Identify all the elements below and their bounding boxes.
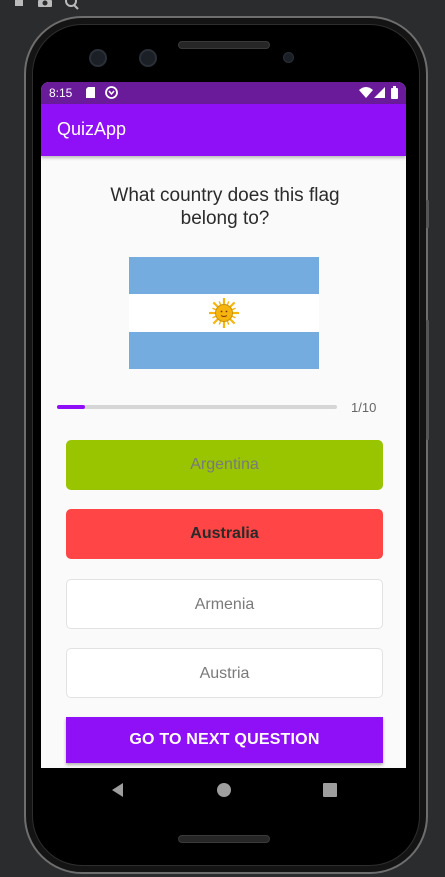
wifi-icon bbox=[359, 87, 373, 98]
bottom-speaker bbox=[178, 835, 270, 843]
sun-ray bbox=[212, 301, 220, 309]
emulator-toolbar bbox=[0, 0, 445, 14]
power-button bbox=[426, 320, 429, 440]
recents-icon[interactable] bbox=[318, 768, 342, 812]
progress-label: 1/10 bbox=[351, 400, 377, 415]
navigation-bar bbox=[41, 768, 406, 812]
home-icon[interactable] bbox=[212, 768, 236, 812]
option-argentina-button[interactable]: Argentina bbox=[66, 440, 383, 490]
option-armenia-button[interactable]: Armenia bbox=[66, 579, 383, 629]
camera-icon[interactable] bbox=[38, 0, 52, 9]
proximity-sensor-icon bbox=[283, 52, 294, 63]
top-speaker bbox=[178, 41, 270, 49]
zoom-icon[interactable] bbox=[64, 0, 80, 10]
app-bar: QuizApp bbox=[41, 104, 406, 156]
sync-icon bbox=[105, 86, 118, 99]
sun-of-may-icon bbox=[209, 298, 239, 328]
signal-icon bbox=[374, 87, 385, 98]
option-australia-button[interactable]: Australia bbox=[66, 509, 383, 559]
volume-button bbox=[426, 200, 429, 228]
stop-icon[interactable] bbox=[14, 0, 24, 8]
sun-ray bbox=[212, 317, 220, 325]
app-screen: 8:15 QuizApp What country does this flag… bbox=[41, 82, 406, 768]
sd-card-icon bbox=[86, 87, 95, 98]
flag-image bbox=[129, 257, 319, 369]
status-time: 8:15 bbox=[49, 86, 73, 100]
front-camera-icon bbox=[89, 49, 107, 67]
sun-ray bbox=[228, 317, 236, 325]
next-question-button[interactable]: GO TO NEXT QUESTION bbox=[66, 717, 383, 763]
sensor-icon bbox=[139, 49, 157, 67]
status-bar: 8:15 bbox=[41, 82, 406, 104]
sun-ray bbox=[228, 301, 236, 309]
progress-fill bbox=[57, 405, 85, 409]
app-title: QuizApp bbox=[57, 119, 127, 139]
flag-bottom-stripe bbox=[129, 332, 319, 369]
back-icon[interactable] bbox=[106, 768, 130, 812]
quiz-progress-bar bbox=[57, 405, 337, 409]
flag-top-stripe bbox=[129, 257, 319, 294]
battery-icon bbox=[391, 86, 398, 99]
option-austria-button[interactable]: Austria bbox=[66, 648, 383, 698]
question-text: What country does this flag belong to? bbox=[110, 185, 340, 229]
